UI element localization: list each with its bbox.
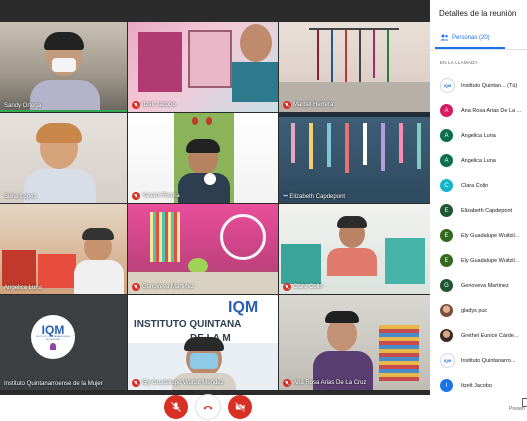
participant-name: Sandy Ortega: [4, 103, 42, 109]
participant-name: Angelica Luna: [4, 285, 43, 291]
hang-up-icon: [203, 406, 213, 410]
participant-tile[interactable]: Itzelt Jacobo: [128, 22, 278, 112]
list-item[interactable]: I Itzelt Jacobo: [430, 373, 527, 398]
list-item[interactable]: G Genoveva Martinez: [430, 273, 527, 298]
iqm-avatar-icon: IQM: [440, 78, 455, 93]
mic-off-icon: [171, 402, 181, 412]
list-item[interactable]: IQM Instituto Quintan... (Tú): [430, 73, 527, 98]
avatar: A: [440, 104, 453, 117]
avatar: E: [440, 254, 453, 267]
avatar: I: [440, 379, 453, 392]
list-item[interactable]: IQM Instituto Quintanarro...: [430, 348, 527, 373]
avatar: A: [440, 129, 453, 142]
list-item[interactable]: A Angelica Luna: [430, 123, 527, 148]
mic-off-icon: [132, 379, 140, 387]
participant-tile[interactable]: ••• Elizabeth Capdepont: [279, 113, 430, 203]
call-controls: [0, 395, 430, 421]
list-item[interactable]: gladys puc: [430, 298, 527, 323]
participant-tile[interactable]: IQM INSTITUTO QUINTANARROENSE DE LA MUJE…: [0, 295, 127, 390]
people-icon: [440, 34, 449, 41]
participant-name: Clara Colin: [283, 283, 323, 291]
mic-off-icon: [283, 101, 291, 109]
avatar: A: [440, 154, 453, 167]
participant-name: Yaremi Rivera: [132, 192, 180, 200]
mic-toggle-button[interactable]: [164, 395, 188, 419]
participant-tile[interactable]: IQM INSTITUTO QUINTANA DE LA M Ely Guada…: [128, 295, 278, 390]
mic-off-icon: [132, 101, 140, 109]
camera-toggle-button[interactable]: [228, 395, 252, 419]
iqm-logo: IQM INSTITUTO QUINTANARROENSE DE LA MUJE…: [31, 315, 75, 359]
list-item[interactable]: A Angelica Luna: [430, 148, 527, 173]
list-item[interactable]: A Ana Rosa Arias De La ...: [430, 98, 527, 123]
participant-tile[interactable]: Sandy Ortega: [0, 22, 127, 112]
participant-tile[interactable]: Angelica Luna: [0, 204, 127, 294]
participant-tile[interactable]: Genoveva Martinez: [128, 204, 278, 294]
participant-name: Instituto Quintanarroense de la Mujer: [4, 381, 103, 387]
avatar-photo: [440, 329, 453, 342]
participant-name: ••• Elizabeth Capdepont: [283, 193, 346, 200]
leave-call-button[interactable]: [196, 395, 220, 419]
list-item[interactable]: E Elizabeth Capdepont: [430, 198, 527, 223]
video-grid: Sandy Ortega Itzelt Jacobo Marbel Herrer…: [0, 0, 430, 395]
mic-off-icon: [283, 379, 291, 387]
ribbon-icon: [50, 343, 56, 350]
avatar: G: [440, 279, 453, 292]
iqm-avatar-icon: IQM: [440, 353, 455, 368]
present-label[interactable]: Presen: [509, 406, 525, 412]
camera-off-icon: [234, 401, 246, 413]
more-options-icon: •••: [283, 193, 288, 200]
list-item[interactable]: Grethel Eunice Cárde...: [430, 323, 527, 348]
meeting-details-panel: Detalles de la reunión Personas (20) EN …: [430, 0, 527, 421]
participant-name: Silvia Lopez: [4, 194, 37, 200]
divider: [430, 49, 527, 50]
list-item[interactable]: C Clara Colin: [430, 173, 527, 198]
avatar: E: [440, 204, 453, 217]
avatar: E: [440, 229, 453, 242]
avatar: C: [440, 179, 453, 192]
participant-name: Ely Guadalupe Wuitzil Mendez: [132, 379, 224, 387]
participant-tile[interactable]: Ana Rosa Arias De La Cruz: [279, 295, 430, 390]
avatar-photo: [440, 304, 453, 317]
participant-tile[interactable]: Yaremi Rivera: [128, 113, 278, 203]
participant-tile[interactable]: Marbel Herrera: [279, 22, 430, 112]
speaking-indicator: [0, 110, 127, 112]
participant-name: Ana Rosa Arias De La Cruz: [283, 379, 366, 387]
participant-tile[interactable]: Silvia Lopez: [0, 113, 127, 203]
mic-off-icon: [283, 283, 291, 291]
list-item[interactable]: E Ely Guadalupe Wuitzil...: [430, 248, 527, 273]
participant-tile[interactable]: Clara Colin: [279, 204, 430, 294]
panel-title: Detalles de la reunión: [439, 9, 517, 18]
mic-off-icon: [132, 192, 140, 200]
participant-name: Marbel Herrera: [283, 101, 333, 109]
list-item[interactable]: E Ely Guadalupe Wuitzil...: [430, 223, 527, 248]
participant-name: Genoveva Martinez: [132, 283, 194, 291]
mic-off-icon: [132, 283, 140, 291]
tab-people[interactable]: Personas (20): [440, 34, 490, 41]
section-header: EN LA LLAMADA: [440, 60, 478, 65]
participant-name: Itzelt Jacobo: [132, 101, 176, 109]
